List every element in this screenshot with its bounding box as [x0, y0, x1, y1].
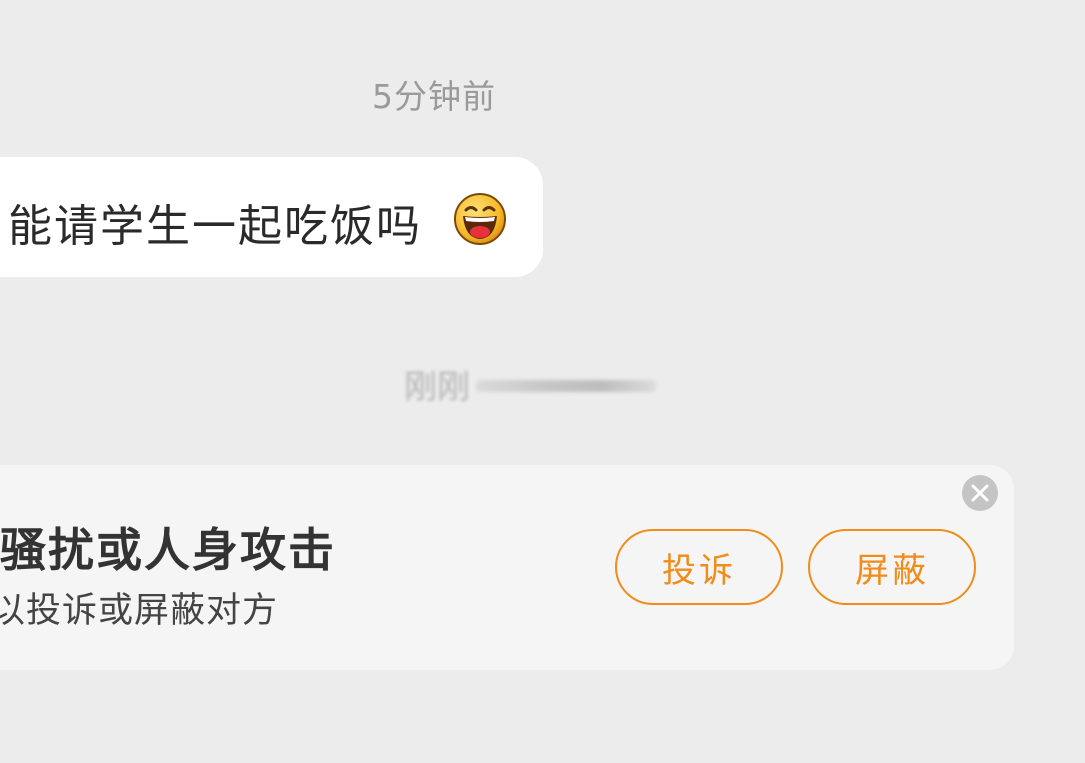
blurred-content: [476, 380, 656, 392]
notice-subtitle: 以投诉或屏蔽对方: [0, 591, 279, 631]
message-timestamp: 5分钟前: [372, 77, 496, 116]
close-button[interactable]: [962, 475, 998, 511]
block-button[interactable]: 屏蔽: [808, 529, 976, 605]
system-message-text: 刚刚: [404, 367, 470, 406]
close-icon: [971, 484, 989, 502]
chat-screen: 5分钟前 能请学生一起吃饭吗 刚刚 骚扰或人身攻击 以投诉或屏蔽对方 投诉 屏蔽: [0, 0, 1085, 763]
report-button[interactable]: 投诉: [615, 529, 783, 605]
system-message: 刚刚: [404, 360, 656, 408]
message-text: 能请学生一起吃饭吗: [8, 201, 422, 252]
laughing-emoji-icon: [454, 193, 506, 245]
notice-title: 骚扰或人身攻击: [0, 523, 336, 577]
message-bubble[interactable]: 能请学生一起吃饭吗: [0, 157, 543, 277]
harassment-notice-card: 骚扰或人身攻击 以投诉或屏蔽对方 投诉 屏蔽: [0, 465, 1014, 670]
